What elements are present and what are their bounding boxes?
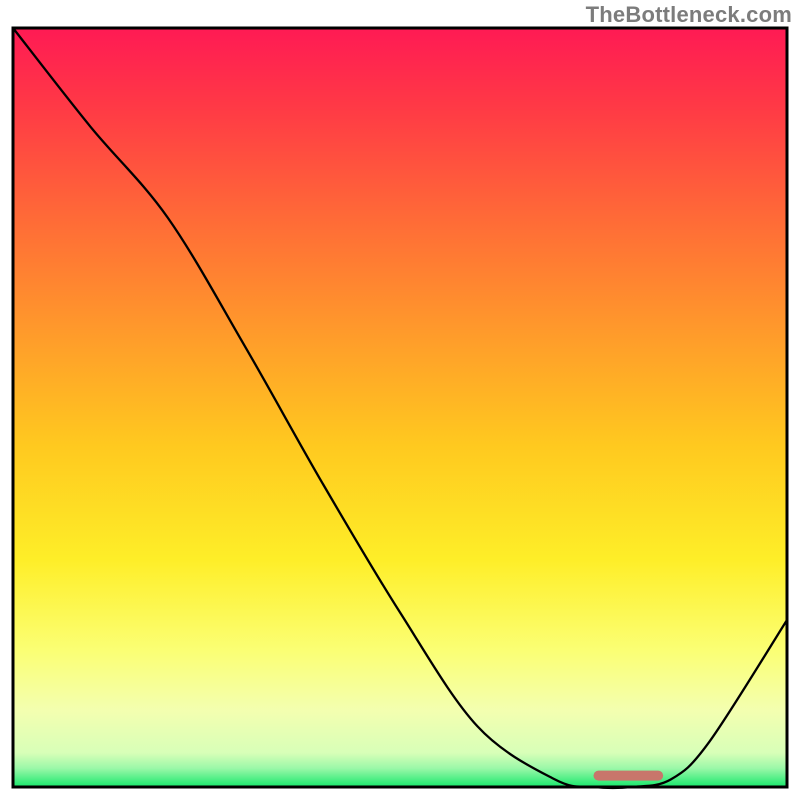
plot-area [13, 28, 787, 787]
chart-svg [0, 0, 800, 800]
chart-container: TheBottleneck.com [0, 0, 800, 800]
min-marker [594, 771, 664, 781]
